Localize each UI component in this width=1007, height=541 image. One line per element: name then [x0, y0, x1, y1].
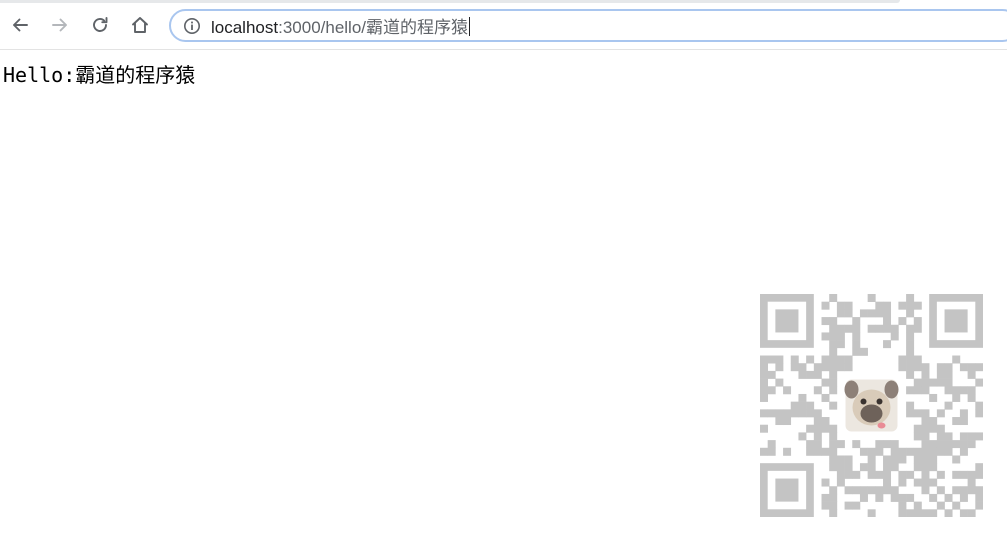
arrow-right-icon — [52, 18, 67, 32]
text-cursor — [469, 17, 471, 36]
tab-strip-edge — [0, 0, 900, 3]
home-icon — [132, 17, 148, 33]
browser-toolbar: localhost:3000/hello/霸道的程序猿 — [0, 0, 1007, 50]
address-bar[interactable]: localhost:3000/hello/霸道的程序猿 — [169, 9, 1007, 42]
arrow-left-icon — [13, 18, 28, 32]
reload-button[interactable] — [86, 11, 114, 39]
back-button[interactable] — [6, 11, 34, 39]
info-icon[interactable] — [183, 17, 201, 35]
url-text[interactable]: localhost:3000/hello/霸道的程序猿 — [211, 13, 471, 38]
qr-code — [760, 294, 983, 517]
forward-button[interactable] — [46, 11, 74, 39]
home-button[interactable] — [126, 11, 154, 39]
page-greeting: Hello:霸道的程序猿 — [3, 63, 196, 87]
reload-icon — [93, 17, 108, 32]
url-host: localhost — [211, 18, 279, 37]
url-path: :3000/hello/霸道的程序猿 — [278, 18, 469, 37]
pug-avatar-icon — [841, 375, 902, 436]
